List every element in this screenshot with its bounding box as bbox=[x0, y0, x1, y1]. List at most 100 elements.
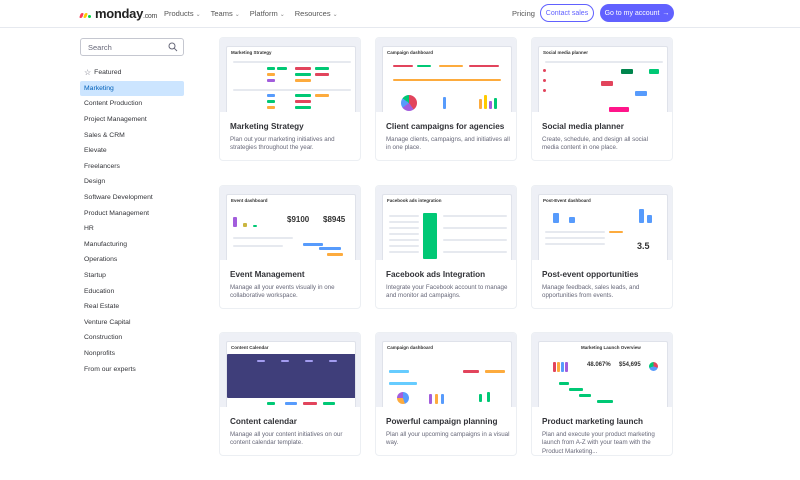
template-card-post-event[interactable]: Post-Event dashboard 3.5 Post-event oppo… bbox=[531, 185, 673, 309]
template-card-marketing-strategy[interactable]: Marketing Strategy Marketing Strategy Pl… bbox=[219, 37, 361, 161]
template-title: Event Management bbox=[230, 270, 305, 279]
category-label: From our experts bbox=[84, 365, 136, 373]
category-from-our-experts[interactable]: From our experts bbox=[80, 361, 184, 377]
template-card-facebook-ads[interactable]: Facebook ads integration Facebook ads In… bbox=[375, 185, 517, 309]
search-placeholder: Search bbox=[88, 42, 112, 52]
category-real-estate[interactable]: Real Estate bbox=[80, 299, 184, 315]
nav-platform[interactable]: Platform ⌄ bbox=[250, 9, 285, 18]
template-preview: Marketing Strategy bbox=[220, 38, 360, 112]
pricing-link[interactable]: Pricing bbox=[512, 9, 535, 18]
preview-title: Marketing Strategy bbox=[231, 50, 272, 55]
template-description: Plan out your marketing initiatives and … bbox=[230, 136, 335, 152]
category-design[interactable]: Design bbox=[80, 174, 184, 190]
nav-label: Products bbox=[164, 9, 194, 18]
preview-metric: 3.5 bbox=[637, 241, 650, 251]
category-label: HR bbox=[84, 225, 94, 233]
category-label: Startup bbox=[84, 272, 106, 280]
category-hr[interactable]: HR bbox=[80, 221, 184, 237]
preview-title: Facebook ads integration bbox=[387, 198, 442, 203]
category-label: Design bbox=[84, 178, 106, 186]
template-title: Powerful campaign planning bbox=[386, 417, 498, 426]
category-label: Elevate bbox=[84, 147, 107, 155]
template-preview: Social media planner bbox=[532, 38, 672, 112]
nav-teams[interactable]: Teams ⌄ bbox=[211, 9, 240, 18]
category-nonprofits[interactable]: Nonprofits bbox=[80, 346, 184, 362]
category-label: Operations bbox=[84, 256, 118, 264]
category-sales-crm[interactable]: Sales & CRM bbox=[80, 127, 184, 143]
monday-logo[interactable]: monday.com bbox=[79, 6, 158, 21]
template-preview: Facebook ads integration bbox=[376, 186, 516, 260]
go-to-account-button[interactable]: Go to my account → bbox=[600, 4, 674, 22]
template-card-product-marketing-launch[interactable]: Marketing Launch Overview 48.067% $54,69… bbox=[531, 332, 673, 456]
preview-title: Social media planner bbox=[543, 50, 589, 55]
top-navigation-bar: monday.com Products ⌄ Teams ⌄ Platform ⌄ Re… bbox=[0, 0, 800, 28]
category-product-management[interactable]: Product Management bbox=[80, 205, 184, 221]
template-description: Plan and execute your product marketing … bbox=[542, 431, 655, 455]
category-freelancers[interactable]: Freelancers bbox=[80, 159, 184, 175]
logo-suffix: .com bbox=[143, 13, 158, 20]
category-education[interactable]: Education bbox=[80, 283, 184, 299]
search-input[interactable]: Search bbox=[80, 38, 184, 56]
category-label: Marketing bbox=[84, 84, 114, 92]
preview-metric: $9100 bbox=[287, 215, 310, 224]
logo-mark-icon bbox=[79, 10, 92, 18]
category-marketing[interactable]: Marketing bbox=[80, 80, 184, 97]
template-card-campaign-planning[interactable]: Campaign dashboard Powerful campaign pla… bbox=[375, 332, 517, 456]
template-title: Post-event opportunities bbox=[542, 270, 639, 279]
arrow-right-icon: → bbox=[662, 9, 670, 17]
template-card-event-management[interactable]: Event dashboard $9100 $8945 Event Manage… bbox=[219, 185, 361, 309]
category-startup[interactable]: Startup bbox=[80, 268, 184, 284]
logo-text: monday bbox=[95, 6, 144, 21]
template-title: Client campaigns for agencies bbox=[386, 122, 505, 131]
category-label: Education bbox=[84, 287, 115, 295]
chevron-down-icon: ⌄ bbox=[279, 12, 285, 18]
template-description: Manage clients, campaigns, and initiativ… bbox=[386, 136, 510, 152]
search-icon bbox=[168, 42, 178, 52]
template-preview: Campaign dashboard bbox=[376, 333, 516, 407]
category-label: Manufacturing bbox=[84, 240, 128, 248]
template-description: Manage all your content initiatives on o… bbox=[230, 431, 343, 447]
category-manufacturing[interactable]: Manufacturing bbox=[80, 237, 184, 253]
nav-resources[interactable]: Resources ⌄ bbox=[295, 9, 338, 18]
chevron-down-icon: ⌄ bbox=[332, 12, 338, 18]
template-preview: Event dashboard $9100 $8945 bbox=[220, 186, 360, 260]
template-preview: Post-Event dashboard 3.5 bbox=[532, 186, 672, 260]
category-elevate[interactable]: Elevate bbox=[80, 143, 184, 159]
category-label: Venture Capital bbox=[84, 318, 131, 326]
category-project-management[interactable]: Project Management bbox=[80, 112, 184, 128]
nav-label: Resources bbox=[294, 9, 331, 18]
category-list: ☆ Featured Marketing Content Production P… bbox=[80, 65, 184, 377]
template-card-content-calendar[interactable]: Content Calendar Content calendar Manage… bbox=[219, 332, 361, 456]
template-card-social-media-planner[interactable]: Social media planner Social media planne… bbox=[531, 37, 673, 161]
preview-title: Campaign dashboard bbox=[387, 50, 434, 55]
category-construction[interactable]: Construction bbox=[80, 330, 184, 346]
preview-title: Marketing Launch Overview bbox=[581, 345, 641, 350]
category-label: Sales & CRM bbox=[84, 131, 125, 139]
preview-metric: $8945 bbox=[323, 215, 346, 224]
category-label: Content Production bbox=[84, 100, 143, 108]
template-description: Manage all your events visually in one c… bbox=[230, 284, 335, 300]
category-label: Software Development bbox=[84, 194, 153, 202]
template-description: Integrate your Facebook account to manag… bbox=[386, 284, 508, 300]
nav-products[interactable]: Products ⌄ bbox=[164, 9, 201, 18]
template-preview: Content Calendar bbox=[220, 333, 360, 407]
chevron-down-icon: ⌄ bbox=[195, 12, 201, 18]
category-label: Freelancers bbox=[84, 162, 120, 170]
nav-label: Teams bbox=[210, 9, 233, 18]
template-description: Manage feedback, sales leads, and opport… bbox=[542, 284, 640, 300]
preview-metric: 48.067% bbox=[587, 362, 611, 368]
category-venture-capital[interactable]: Venture Capital bbox=[80, 315, 184, 331]
contact-sales-button[interactable]: Contact sales bbox=[540, 4, 594, 22]
go-to-account-label: Go to my account bbox=[604, 9, 660, 17]
category-software-development[interactable]: Software Development bbox=[80, 190, 184, 206]
template-card-client-campaigns[interactable]: Campaign dashboard Client campaigns for … bbox=[375, 37, 517, 161]
preview-metric: $54,695 bbox=[619, 362, 641, 368]
template-description: Plan all your upcoming campaigns in a vi… bbox=[386, 431, 510, 447]
category-label: Featured bbox=[94, 69, 122, 77]
category-operations[interactable]: Operations bbox=[80, 252, 184, 268]
category-featured[interactable]: ☆ Featured bbox=[80, 65, 184, 81]
category-label: Project Management bbox=[84, 116, 147, 124]
template-title: Content calendar bbox=[230, 417, 297, 426]
template-title: Facebook ads Integration bbox=[386, 270, 486, 279]
category-content-production[interactable]: Content Production bbox=[80, 96, 184, 112]
